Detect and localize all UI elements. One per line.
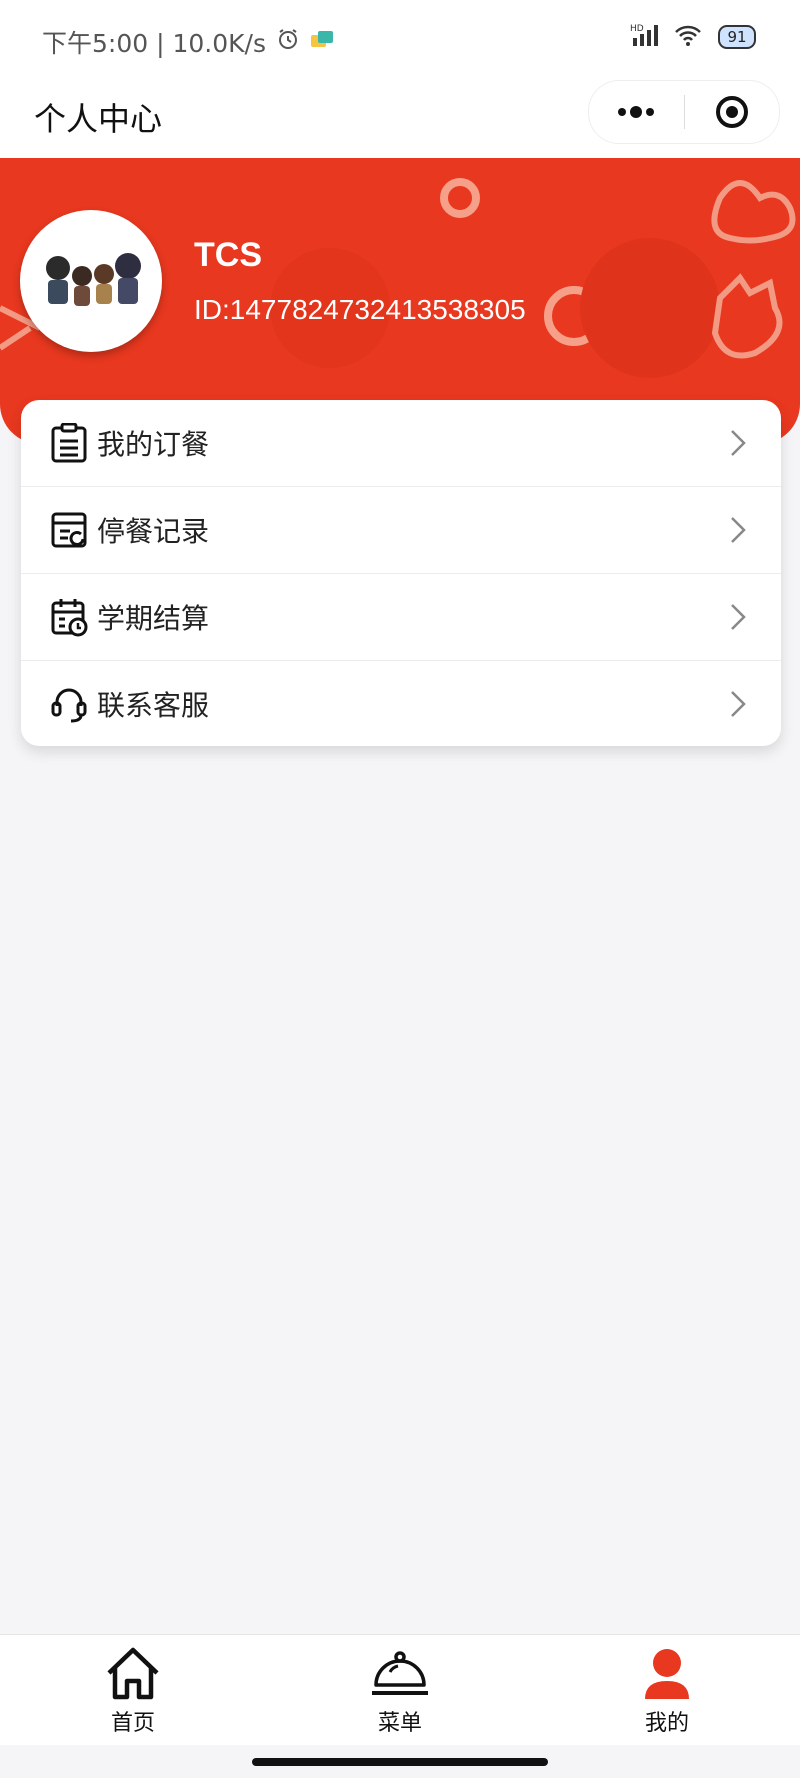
- tab-mine[interactable]: 我的: [607, 1645, 727, 1737]
- menu-item-my-orders[interactable]: 我的订餐: [21, 400, 781, 487]
- calendar-clock-icon: [49, 597, 89, 637]
- status-left: 下午5:00 | 10.0K/s: [42, 24, 334, 60]
- tab-label: 首页: [110, 1711, 155, 1736]
- home-icon: [107, 1647, 159, 1700]
- tab-label: 我的: [644, 1711, 689, 1736]
- chevron-right-icon: [731, 604, 746, 630]
- avatar[interactable]: [20, 210, 162, 352]
- status-bar: 下午5:00 | 10.0K/s HD 91: [0, 0, 800, 80]
- chevron-right-icon: [731, 517, 746, 543]
- menu-item-label: 停餐记录: [97, 515, 210, 548]
- menu-item-label: 我的订餐: [97, 428, 210, 461]
- tab-label: 菜单: [377, 1711, 422, 1736]
- tab-menu[interactable]: 菜单: [340, 1645, 460, 1737]
- user-icon: [645, 1649, 689, 1699]
- tab-bar: 首页 菜单 我的: [0, 1634, 800, 1745]
- menu-item-term-settlement[interactable]: 学期结算: [21, 574, 781, 661]
- svg-text:HD: HD: [630, 24, 644, 34]
- headset-icon: [49, 684, 89, 724]
- chat-app-icon: [310, 28, 334, 57]
- record-card-icon: [49, 510, 89, 550]
- home-indicator: [252, 1758, 548, 1766]
- username: TCS: [194, 236, 262, 274]
- close-miniprogram-button[interactable]: [685, 81, 780, 143]
- status-time-speed: 下午5:00 | 10.0K/s: [42, 29, 266, 58]
- menu-item-label: 联系客服: [97, 689, 210, 722]
- more-dots-icon: [618, 106, 655, 118]
- target-close-icon: [715, 96, 748, 128]
- cloche-icon: [372, 1651, 428, 1695]
- more-button[interactable]: [589, 81, 684, 143]
- menu-item-label: 学期结算: [97, 602, 210, 635]
- menu-item-meal-suspension[interactable]: 停餐记录: [21, 487, 781, 574]
- menu-card: 我的订餐 停餐记录 学期结算 联系客服: [21, 400, 781, 746]
- avatar-image: [25, 215, 157, 347]
- clipboard-list-icon: [49, 423, 89, 463]
- menu-item-customer-service[interactable]: 联系客服: [21, 661, 781, 746]
- battery-indicator: 91: [718, 25, 756, 49]
- nav-bar: 个人中心: [0, 80, 800, 158]
- user-id: ID:1477824732413538305: [194, 294, 526, 325]
- chevron-right-icon: [731, 691, 746, 717]
- page-title: 个人中心: [34, 100, 163, 138]
- signal-icon: HD: [630, 22, 658, 52]
- status-right: HD 91: [630, 22, 756, 52]
- alarm-icon: [276, 27, 300, 57]
- tab-home[interactable]: 首页: [73, 1645, 193, 1737]
- wifi-icon: [674, 23, 702, 51]
- chevron-right-icon: [731, 430, 746, 456]
- mini-program-capsule: [588, 80, 780, 144]
